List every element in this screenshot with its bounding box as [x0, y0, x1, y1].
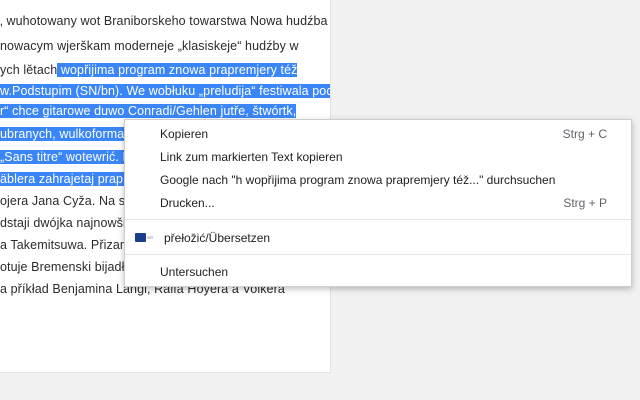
menu-item-translate[interactable]: přełožić/Übersetzen: [125, 227, 631, 249]
article-line: r“ chce gitarowe duwo Conradi/Gehlen jut…: [0, 102, 297, 120]
selected-text: wopřijima program znowa prapremjery též: [57, 63, 298, 77]
menu-item-label: přełožić/Übersetzen: [164, 231, 271, 245]
article-text-segment: dstaji dwójka najnowši k: [0, 216, 136, 230]
selected-text: „Sans titre“ wotewrić. N: [0, 150, 132, 164]
menu-item-label: Link zum markierten Text kopieren: [160, 150, 343, 164]
context-menu: Kopieren Strg + C Link zum markierten Te…: [124, 119, 632, 287]
article-text-segment: ych lětach: [0, 63, 58, 77]
menu-separator: [125, 254, 631, 255]
article-text-segment: ‚ wuhotowany wot Braniborskeho towarstwa…: [0, 14, 328, 28]
translator-extension-icon: [135, 233, 153, 242]
menu-item-copy[interactable]: Kopieren Strg + C: [125, 123, 631, 145]
article-line: nowacym wjerškam moderneje „klasiskeje“ …: [0, 37, 299, 55]
selected-text: r“ chce gitarowe duwo Conradi/Gehlen jut…: [0, 104, 297, 118]
article-line: dstaji dwójka najnowši k: [0, 214, 136, 232]
article-line: ojera Jana Cyža. Na slě: [0, 192, 135, 210]
menu-item-label: Kopieren: [160, 127, 209, 141]
menu-separator: [125, 219, 631, 220]
menu-item-print[interactable]: Drucken... Strg + P: [125, 192, 631, 214]
article-line: äblera zahrajetaj prapre: [0, 170, 135, 188]
menu-item-copy-link[interactable]: Link zum markierten Text kopieren: [125, 146, 631, 168]
article-text-segment: otuje Bremenski bijadło: [0, 260, 132, 274]
article-line: ‚ wuhotowany wot Braniborskeho towarstwa…: [0, 12, 328, 30]
article-text-segment: ojera Jana Cyža. Na slě: [0, 194, 136, 208]
article-line: a Takemitsuwa. Přizam: [0, 236, 130, 254]
article-line: „Sans titre“ wotewrić. N: [0, 148, 132, 166]
article-line: w.Podstupim (SN/bn). We wobłuku „preludi…: [0, 82, 330, 100]
menu-item-shortcut: Strg + P: [563, 196, 607, 210]
selected-text: w.Podstupim (SN/bn). We wobłuku „preludi…: [0, 84, 330, 98]
menu-item-inspect[interactable]: Untersuchen: [125, 261, 631, 283]
selected-text: äblera zahrajetaj prapre: [0, 172, 135, 186]
menu-item-label: Drucken...: [160, 196, 215, 210]
menu-item-google-search[interactable]: Google nach "h wopřijima program znowa p…: [125, 169, 631, 191]
menu-item-label: Untersuchen: [160, 265, 229, 279]
article-text-segment: a Takemitsuwa. Přizam: [0, 238, 131, 252]
article-line: ych lětach wopřijima program znowa prapr…: [0, 61, 298, 79]
menu-item-label: Google nach "h wopřijima program znowa p…: [160, 173, 556, 187]
article-line: otuje Bremenski bijadło: [0, 258, 132, 276]
article-text-segment: nowacym wjerškam moderneje „klasiskeje“ …: [0, 39, 299, 53]
menu-item-shortcut: Strg + C: [562, 127, 607, 141]
